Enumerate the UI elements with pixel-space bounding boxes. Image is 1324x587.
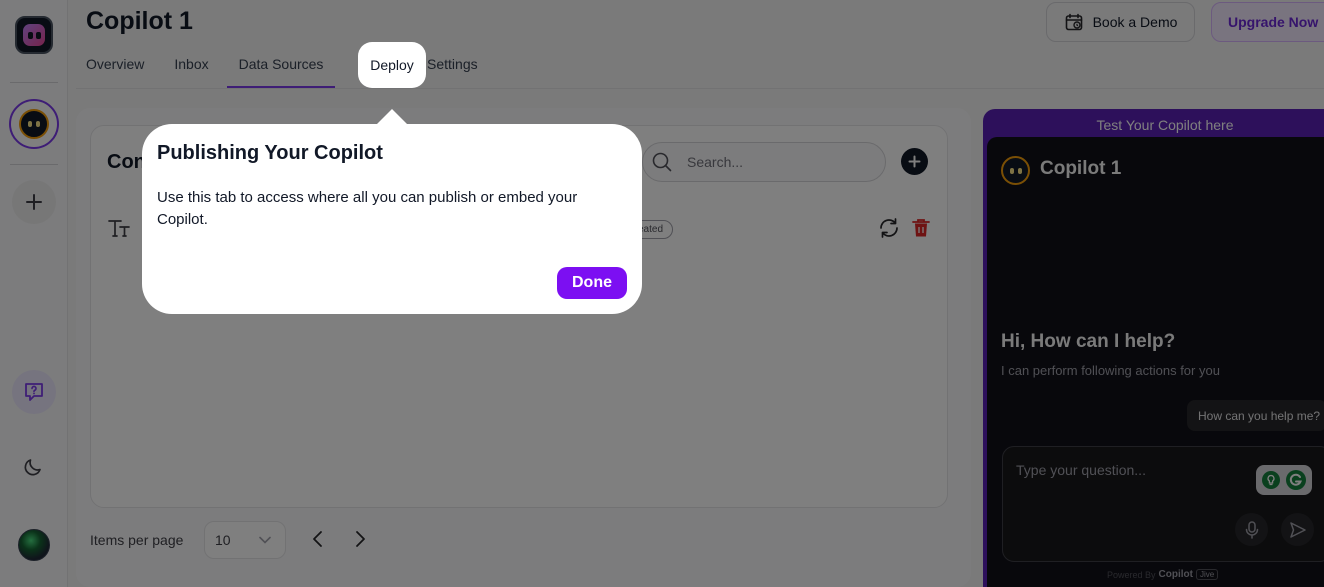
popover-title: Publishing Your Copilot (157, 142, 383, 164)
tab-deploy[interactable]: Deploy (358, 42, 426, 88)
popover-body: Use this tab to access where all you can… (157, 189, 578, 228)
done-button[interactable]: Done (557, 267, 627, 299)
popover-arrow (376, 109, 408, 125)
